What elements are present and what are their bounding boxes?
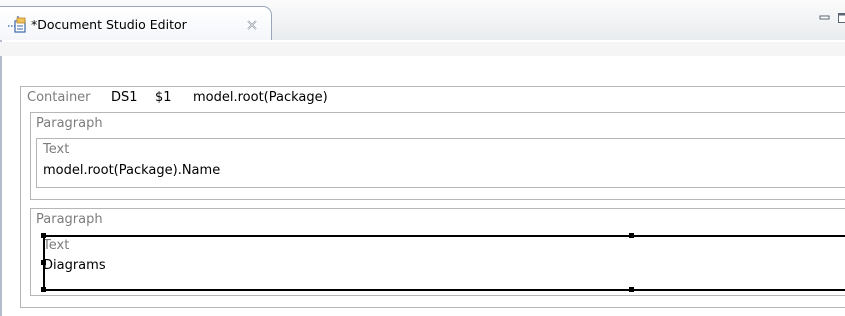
selection-handle[interactable] xyxy=(629,233,634,238)
selection-handle[interactable] xyxy=(629,287,634,292)
container-kind-label: Container xyxy=(27,90,91,105)
paragraph-label: Paragraph xyxy=(36,116,103,131)
text-value: Diagrams xyxy=(43,258,106,273)
container-block[interactable]: Container DS1 $1 model.root(Package) Par… xyxy=(20,86,845,308)
paragraph-block[interactable]: Paragraph Text model.root(Package).Name xyxy=(30,112,845,200)
editor-top-strip xyxy=(0,42,845,56)
tab-document-studio-editor[interactable]: *Document Studio Editor xyxy=(0,6,272,41)
selection-border-bottom xyxy=(43,289,845,291)
paragraph-label: Paragraph xyxy=(36,212,103,227)
editor-tab-bar: *Document Studio Editor xyxy=(0,0,845,41)
minimize-icon[interactable] xyxy=(819,13,830,23)
container-name: DS1 xyxy=(111,90,138,105)
close-icon[interactable] xyxy=(246,19,258,31)
text-value: model.root(Package).Name xyxy=(43,163,221,178)
selection-handle[interactable] xyxy=(41,233,46,238)
selection-handle[interactable] xyxy=(41,260,46,265)
paragraph-block[interactable]: Paragraph Text Diagrams xyxy=(30,208,845,296)
text-label: Text xyxy=(43,238,70,253)
tab-title: *Document Studio Editor xyxy=(31,17,187,32)
document-studio-icon xyxy=(8,16,26,34)
text-block-selected[interactable]: Text Diagrams xyxy=(31,233,845,291)
maximize-icon[interactable] xyxy=(838,13,845,23)
selection-handle[interactable] xyxy=(41,287,46,292)
container-variable: $1 xyxy=(155,90,172,105)
text-label: Text xyxy=(43,142,70,157)
container-expression: model.root(Package) xyxy=(193,90,328,105)
selection-border-top xyxy=(43,235,845,237)
text-block[interactable]: Text model.root(Package).Name xyxy=(36,138,845,188)
